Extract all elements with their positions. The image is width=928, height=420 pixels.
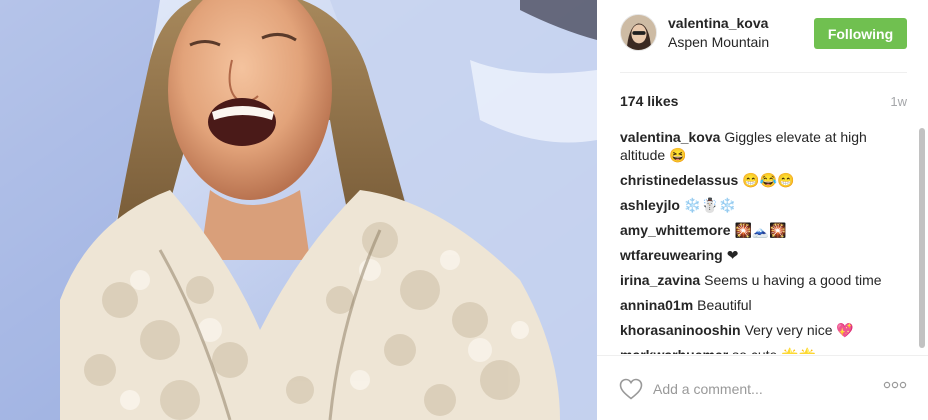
post-sidebar: valentina_kova Aspen Mountain Following …: [597, 0, 928, 420]
comment-item: khorasaninooshin Very very nice 💖: [620, 321, 907, 339]
comment-item: annina01m Beautiful: [620, 296, 907, 314]
avatar[interactable]: [620, 14, 657, 51]
comment-author[interactable]: wtfareuwearing: [620, 247, 723, 263]
comment-text: Seems u having a good time: [704, 272, 882, 288]
comment-item: amy_whittemore 🎇🗻🎇: [620, 221, 907, 239]
following-button[interactable]: Following: [814, 18, 907, 49]
comment-item: valentina_kova Giggles elevate at high al…: [620, 128, 907, 164]
comment-author[interactable]: annina01m: [620, 297, 693, 313]
comments-list[interactable]: valentina_kova Giggles elevate at high al…: [620, 128, 907, 354]
comment-author[interactable]: valentina_kova: [620, 129, 720, 145]
likes-count[interactable]: 174 likes: [620, 93, 678, 109]
comment-item: ashleyjlo ❄️☃️❄️: [620, 196, 907, 214]
post-author-username[interactable]: valentina_kova: [668, 15, 768, 31]
post-location[interactable]: Aspen Mountain: [668, 34, 769, 50]
post-timestamp[interactable]: 1w: [890, 94, 907, 109]
comment-text: ❤: [726, 247, 739, 263]
comment-item: christinedelassus 😁😂😁: [620, 171, 907, 189]
comment-item: irina_zavina Seems u having a good time: [620, 271, 907, 289]
add-comment-input[interactable]: [653, 378, 873, 400]
post-footer: [597, 356, 928, 420]
comment-text: ❄️☃️❄️: [683, 197, 737, 213]
post-image: [0, 0, 597, 420]
comment-author[interactable]: markwarhuemer: [620, 347, 728, 354]
comments-scrollbar[interactable]: [919, 128, 925, 348]
comment-text: Very very nice 💖: [744, 322, 854, 338]
comment-author[interactable]: ashleyjlo: [620, 197, 680, 213]
comment-author[interactable]: khorasaninooshin: [620, 322, 741, 338]
heart-icon[interactable]: [619, 378, 643, 400]
comment-item: markwarhuemer so cute 🌟🌟: [620, 346, 907, 354]
comment-author[interactable]: amy_whittemore: [620, 222, 730, 238]
header-divider: [620, 72, 907, 73]
post-header: valentina_kova Aspen Mountain Following: [597, 0, 928, 72]
comment-item: wtfareuwearing ❤: [620, 246, 907, 264]
comment-text: Beautiful: [697, 297, 752, 313]
comment-author[interactable]: christinedelassus: [620, 172, 738, 188]
comment-text: 😁😂😁: [742, 172, 795, 188]
post-photo[interactable]: [0, 0, 597, 420]
comment-author[interactable]: irina_zavina: [620, 272, 700, 288]
more-options-icon[interactable]: [883, 381, 907, 389]
comment-text: 🎇🗻🎇: [734, 222, 787, 238]
comment-text: so cute 🌟🌟: [732, 347, 816, 354]
